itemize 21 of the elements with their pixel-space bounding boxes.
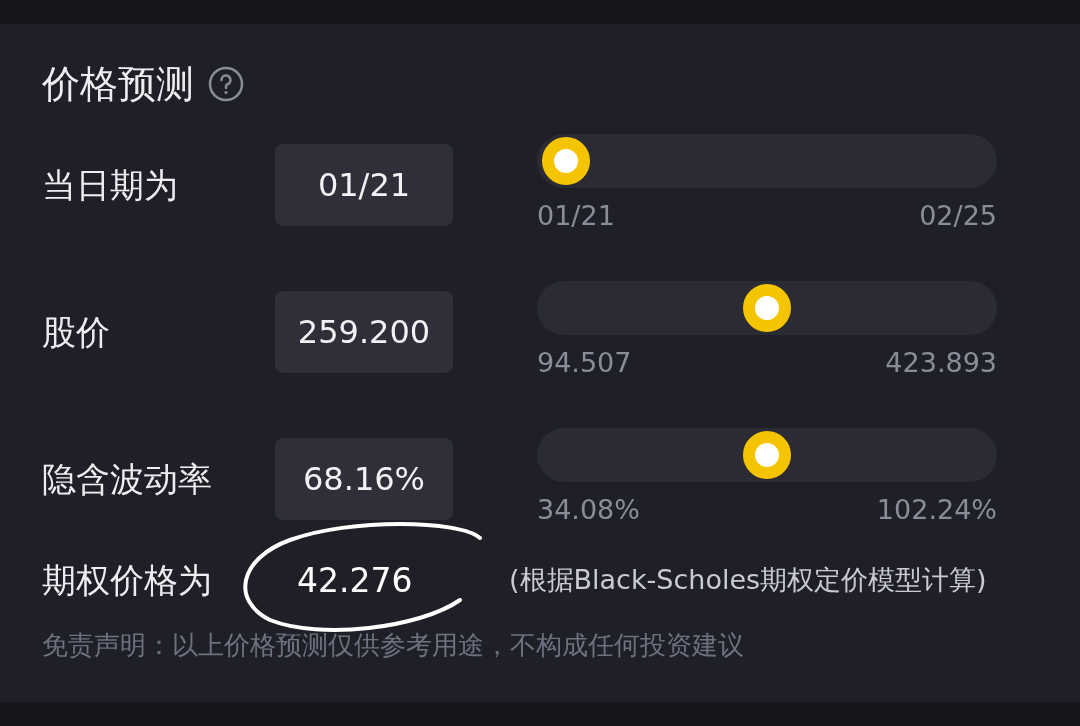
help-icon[interactable] bbox=[208, 66, 244, 102]
slider-min-label: 01/21 bbox=[537, 200, 615, 231]
value-field[interactable]: 01/21 bbox=[275, 144, 453, 226]
slider-max-label: 102.24% bbox=[876, 494, 997, 525]
slider-thumb[interactable] bbox=[743, 284, 791, 332]
option-price: 42.276 bbox=[297, 560, 414, 600]
slider-max-label: 02/25 bbox=[919, 200, 997, 231]
slider-min-label: 34.08% bbox=[537, 494, 640, 525]
param-label: 隐含波动率 bbox=[42, 458, 213, 501]
param-label: 股价 bbox=[42, 311, 111, 354]
param-label: 当日期为 bbox=[42, 164, 179, 207]
disclaimer: 免责声明：以上价格预测仅供参考用途，不构成任何投资建议 bbox=[42, 629, 745, 662]
slider-thumb[interactable] bbox=[743, 431, 791, 479]
slider-max-label: 423.893 bbox=[885, 347, 997, 378]
slider-thumb[interactable] bbox=[542, 137, 590, 185]
slider-min-label: 94.507 bbox=[537, 347, 632, 378]
value-field[interactable]: 68.16% bbox=[275, 438, 453, 520]
model-note: (根据Black-Scholes期权定价模型计算) bbox=[509, 563, 987, 597]
section-title: 价格预测 bbox=[42, 60, 194, 108]
value-field[interactable]: 259.200 bbox=[275, 291, 453, 373]
result-label: 期权价格为 bbox=[42, 559, 213, 602]
